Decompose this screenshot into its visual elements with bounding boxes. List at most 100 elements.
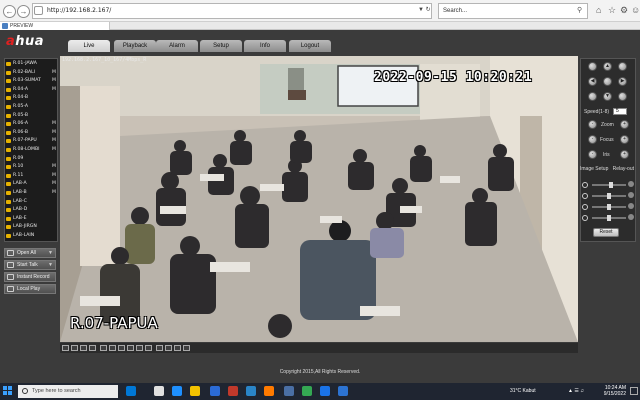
ptz-down-left-icon[interactable] (588, 92, 597, 101)
weather-widget[interactable]: 31°C Kabut (510, 388, 536, 394)
task-view-icon[interactable] (126, 386, 136, 396)
stream-sub-icon[interactable] (183, 345, 190, 351)
slider-knob[interactable] (607, 204, 611, 210)
start-talk-button[interactable]: Start Talk ▼ (4, 260, 56, 270)
relay-out-label[interactable]: Relay-out (613, 166, 634, 172)
channel-item[interactable]: LAB-E (5, 215, 57, 223)
record-icon[interactable] (118, 345, 125, 351)
channel-item[interactable]: LAB-D (5, 206, 57, 214)
iris-close-icon[interactable]: - (588, 150, 597, 159)
refresh-icon[interactable]: ▼ ↻ (418, 6, 431, 13)
talk-icon[interactable] (145, 345, 152, 351)
home-icon[interactable]: ⌂ (596, 5, 601, 15)
video-feed[interactable] (60, 56, 578, 342)
cortana-icon[interactable] (154, 386, 164, 396)
zoom-out-icon[interactable]: - (588, 120, 597, 129)
ptz-down-icon[interactable]: ▼ (603, 92, 612, 101)
saturation-slider[interactable] (582, 203, 634, 211)
ptz-down-right-icon[interactable] (618, 92, 627, 101)
hue-slider[interactable] (582, 214, 634, 222)
layout-9-icon[interactable] (80, 345, 87, 351)
audio-icon[interactable] (136, 345, 143, 351)
slider-knob[interactable] (607, 193, 611, 199)
tab-setup[interactable]: Setup (200, 40, 242, 52)
mail-icon[interactable] (246, 386, 256, 396)
office-icon[interactable] (228, 386, 238, 396)
taskbar-search-input[interactable]: Type here to search (18, 385, 118, 398)
firefox-icon[interactable] (264, 386, 274, 396)
channel-item[interactable]: LAB-JIRGN (5, 223, 57, 231)
iris-open-icon[interactable]: + (620, 150, 629, 159)
speed-select[interactable]: 5 (613, 108, 627, 115)
tab-info[interactable]: Info (244, 40, 286, 52)
app-icon[interactable] (338, 386, 348, 396)
close-all-icon[interactable] (165, 345, 172, 351)
back-icon[interactable]: ← (3, 5, 16, 18)
word-icon[interactable] (320, 386, 330, 396)
notification-icon[interactable] (630, 387, 638, 395)
channel-item[interactable]: R.06-A M (5, 120, 57, 128)
stream-main-icon[interactable] (174, 345, 181, 351)
instant-record-button[interactable]: Instant Record (4, 272, 56, 282)
focus-out-icon[interactable]: - (588, 135, 597, 144)
contrast-slider[interactable] (582, 192, 634, 200)
layout-4-icon[interactable] (71, 345, 78, 351)
fullscreen-icon[interactable] (100, 345, 107, 351)
ptz-left-icon[interactable]: ◀ (588, 77, 597, 86)
ptz-up-icon[interactable]: ▲ (603, 62, 612, 71)
ptz-center-icon[interactable] (603, 77, 612, 86)
zoom-icon[interactable] (127, 345, 134, 351)
ptz-up-right-icon[interactable] (618, 62, 627, 71)
channel-item[interactable]: R.11 M (5, 172, 57, 180)
channel-item[interactable]: LAB-A M (5, 180, 57, 188)
smiley-icon[interactable]: ☺ (631, 5, 640, 15)
channel-item[interactable]: LAB-C (5, 198, 57, 206)
ie-icon[interactable] (284, 386, 294, 396)
channel-item[interactable]: LAB-LAIN (5, 232, 57, 240)
file-explorer-icon[interactable] (190, 386, 200, 396)
layout-16-icon[interactable] (89, 345, 96, 351)
store-icon[interactable] (210, 386, 220, 396)
settings-icon[interactable]: ⚙ (620, 5, 628, 16)
open-all-button[interactable]: Open All ▼ (4, 248, 56, 258)
tab-live[interactable]: Live (68, 40, 110, 52)
tab-alarm[interactable]: Alarm (156, 40, 198, 52)
slider-knob[interactable] (607, 215, 611, 221)
channel-item[interactable]: R.04-B (5, 94, 57, 102)
edge-icon[interactable] (172, 386, 182, 396)
focus-in-icon[interactable]: + (620, 135, 629, 144)
channel-item[interactable]: R.03-SUMAT M (5, 77, 57, 85)
clock[interactable]: 10:24 AM 9/15/2022 (596, 385, 626, 397)
browser-tab[interactable]: PREVIEW (0, 22, 110, 30)
ptz-right-icon[interactable]: ▶ (618, 77, 627, 86)
search-input[interactable]: Search... (438, 3, 588, 19)
channel-item[interactable]: LAB-B M (5, 189, 57, 197)
layout-1-icon[interactable] (62, 345, 69, 351)
system-tray-icon[interactable]: ▲ ☰ ♫ (568, 388, 584, 394)
channel-item[interactable]: R.09 (5, 155, 57, 163)
channel-item[interactable]: R.04-A M (5, 86, 57, 94)
ptz-up-left-icon[interactable] (588, 62, 597, 71)
close-video-icon[interactable] (156, 345, 163, 351)
channel-item[interactable]: R.10 M (5, 163, 57, 171)
tab-logout[interactable]: Logout (289, 40, 331, 52)
search-icon[interactable]: ⚲ (577, 6, 582, 14)
windows-start-icon[interactable] (3, 386, 13, 396)
slider-knob[interactable] (608, 182, 613, 188)
channel-item[interactable]: R.01-JAWA (5, 60, 57, 68)
url-input[interactable]: http://192.168.2.167/ (32, 3, 432, 19)
reset-button[interactable]: Reset (593, 228, 619, 237)
forward-icon[interactable]: → (17, 5, 30, 18)
tab-playback[interactable]: Playback (114, 40, 156, 52)
channel-item[interactable]: R.02-BALI M (5, 69, 57, 77)
snapshot-icon[interactable] (109, 345, 116, 351)
channel-item[interactable]: R.07-PAPU M (5, 137, 57, 145)
channel-item[interactable]: R.05-B (5, 112, 57, 120)
chrome-icon[interactable] (302, 386, 312, 396)
local-play-button[interactable]: Local Play (4, 284, 56, 294)
brightness-slider[interactable] (582, 181, 634, 189)
zoom-in-icon[interactable]: + (620, 120, 629, 129)
channel-item[interactable]: R.08-LOMBI M (5, 146, 57, 154)
channel-item[interactable]: R.06-B M (5, 129, 57, 137)
channel-item[interactable]: R.05-A (5, 103, 57, 111)
